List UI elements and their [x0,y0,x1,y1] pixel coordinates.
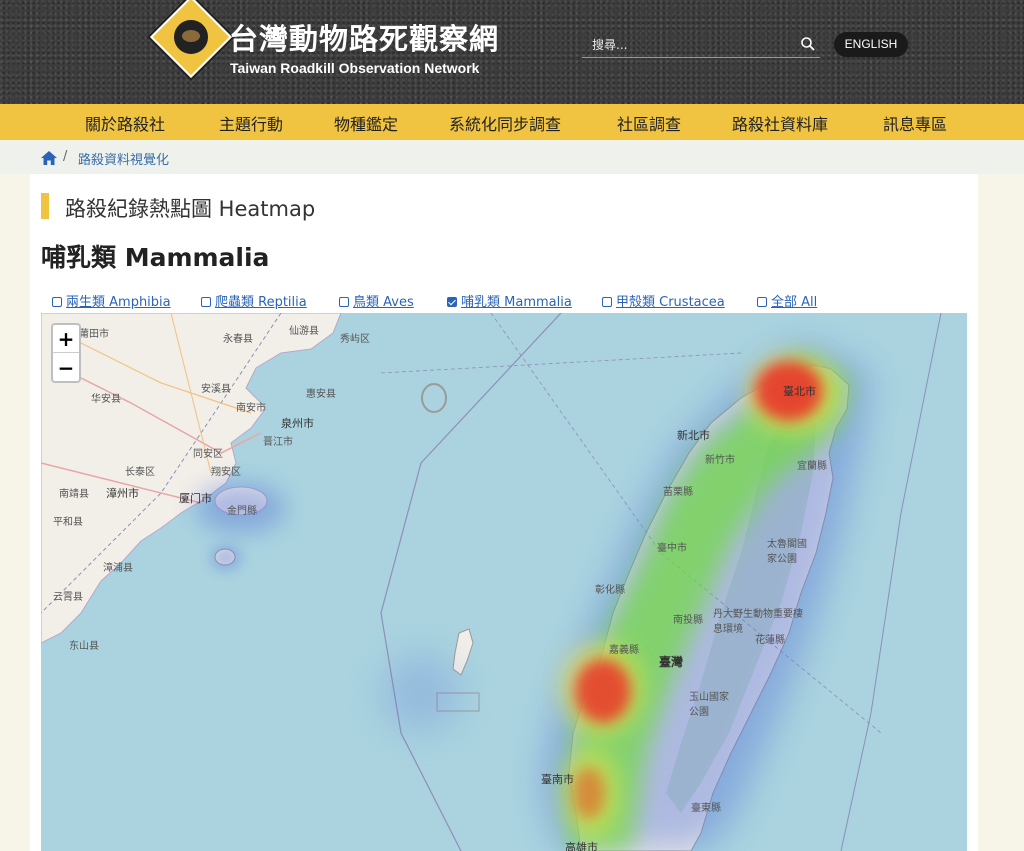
filter-amphibia[interactable]: 兩生類 Amphibia [52,291,171,310]
map-label: 惠安县 [306,389,336,400]
map-label: 臺南市 [541,773,574,786]
breadcrumb-current[interactable]: 路殺資料視覺化 [78,149,169,168]
checkbox-icon [757,297,767,307]
nav-item-systematic-survey[interactable]: 系統化同步調查 [449,111,561,135]
page-title: 路殺紀錄熱點圖 Heatmap [65,197,316,221]
logo-emblem [172,18,210,56]
map-canvas [41,313,942,851]
home-icon[interactable] [41,150,57,165]
map-label: 莆田市 [79,329,109,340]
zoom-in-button[interactable]: + [53,325,79,353]
taxon-title: 哺乳類 Mammalia [41,243,270,272]
map-label: 长泰区 [125,467,155,478]
map-label: 高雄市 [565,841,598,851]
site-subtitle: Taiwan Roadkill Observation Network [230,60,480,76]
search-box [582,32,820,58]
checkbox-icon [52,297,62,307]
zoom-control: + − [51,323,81,383]
map-label: 翔安区 [211,467,241,478]
map-label: 永春县 [223,334,253,345]
map-label: 苗栗縣 [663,487,693,498]
checked-checkbox-icon [447,297,457,307]
map-label: 南投縣 [673,615,703,626]
english-button[interactable]: ENGLISH [834,32,908,57]
map-label: 嘉義縣 [609,645,639,656]
map-label: 宜蘭縣 [797,461,827,472]
search-input[interactable] [592,35,792,55]
map-label: 同安区 [193,449,223,460]
nav-item-news[interactable]: 訊息專區 [883,111,947,135]
map-label: 厦门市 [179,492,212,505]
hotspot-tainan [573,767,605,819]
map-label: 漳州市 [106,487,139,500]
filter-crustacea[interactable]: 甲殼類 Crustacea [602,291,725,310]
filter-mammalia[interactable]: 哺乳類 Mammalia [447,291,572,310]
penghu-islands [452,628,474,676]
checkbox-icon [602,297,612,307]
map-label: 云霄县 [53,592,83,603]
nav-item-about[interactable]: 關於路殺社 [85,111,165,135]
map-label: 玉山國家公園 [689,692,729,718]
map-label: 金門縣 [227,506,257,517]
map-label: 仙游县 [289,326,319,337]
map-label: 彰化縣 [595,585,625,596]
map-label: 花蓮縣 [755,635,785,646]
nav-item-actions[interactable]: 主題行動 [219,111,283,135]
map-label: 臺中市 [657,543,687,554]
filter-all[interactable]: 全部 All [757,291,817,310]
site-title[interactable]: 台灣動物路死觀察網 [229,16,499,58]
breadcrumb-separator: / [63,149,68,164]
heading-accent [41,193,49,219]
map-label: 漳浦县 [103,563,133,574]
search-icon[interactable] [800,36,816,52]
map-label: 安溪县 [201,384,231,395]
map-label: 秀屿区 [340,334,370,345]
map-label: 泉州市 [281,417,314,430]
filter-aves[interactable]: 鳥類 Aves [339,291,414,310]
nav-item-community-survey[interactable]: 社區調查 [617,111,681,135]
mainland-china [41,313,342,644]
map-label: 南靖县 [59,489,89,500]
map-label: 臺北市 [783,385,816,398]
map-label: 臺東縣 [691,803,721,814]
map-label: 东山县 [69,641,99,652]
nav-item-database[interactable]: 路殺社資料庫 [732,111,828,135]
checkbox-icon [201,297,211,307]
map-label: 新竹市 [705,455,735,466]
hotspot-chiayi [575,659,631,723]
nav-item-species-id[interactable]: 物種鑑定 [334,111,398,135]
map-label: 华安县 [91,394,121,405]
checkbox-icon [339,297,349,307]
heatmap-map[interactable]: 莆田市 永春县 仙游县 秀屿区 华安县 安溪县 南安市 惠安县 泉州市 晋江市 … [41,313,967,851]
filter-reptilia[interactable]: 爬蟲類 Reptilia [201,291,307,310]
main-nav: 關於路殺社 主題行動 物種鑑定 系統化同步調查 社區調查 路殺社資料庫 訊息專區 [0,104,1024,140]
map-label: 平和县 [53,517,83,528]
map-label: 新北市 [677,429,710,442]
zoom-out-button[interactable]: − [53,354,79,382]
map-label: 太魯閣國家公園 [767,539,807,565]
map-label: 晋江市 [263,437,293,448]
map-label: 臺灣 [659,655,684,669]
map-label: 南安市 [236,403,266,414]
breadcrumb: / 路殺資料視覺化 [0,140,1024,174]
